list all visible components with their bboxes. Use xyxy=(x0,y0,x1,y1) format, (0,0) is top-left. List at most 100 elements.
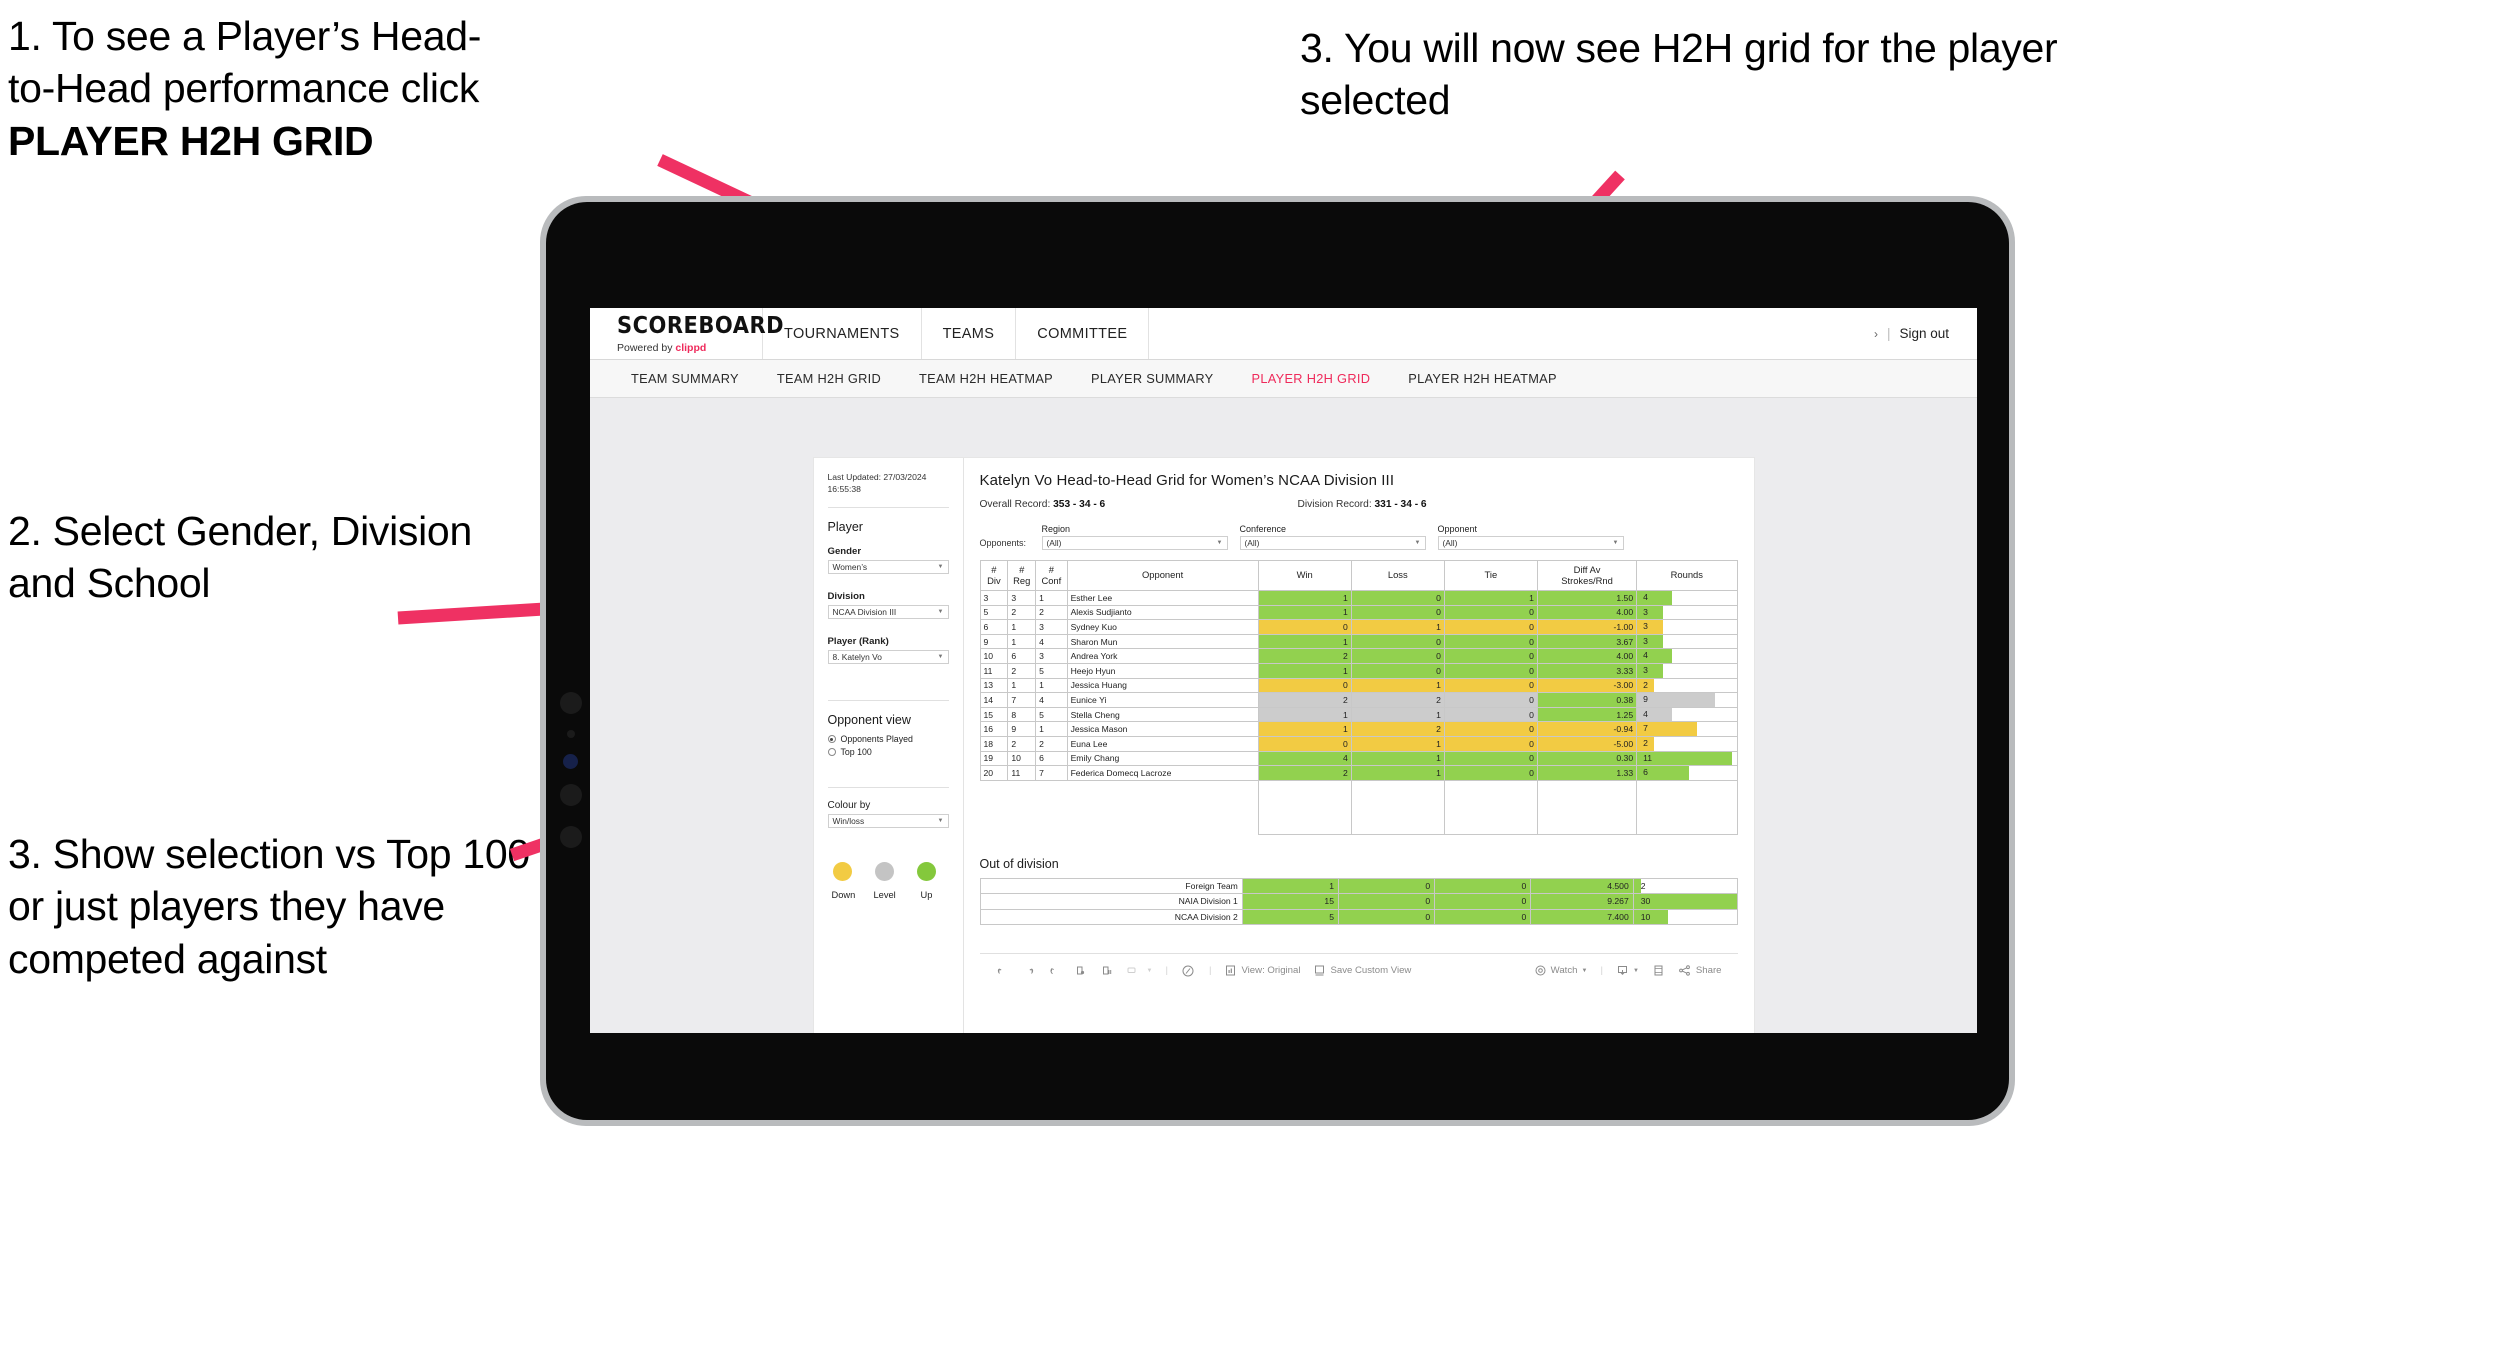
divider: | xyxy=(1600,965,1603,977)
opponent-dropdown[interactable]: (All) ▼ xyxy=(1437,536,1624,550)
region-dropdown[interactable]: (All) ▼ xyxy=(1041,536,1228,550)
highlight-icon[interactable]: ▼ xyxy=(1126,964,1152,977)
chevron-right-icon[interactable]: › xyxy=(1874,327,1878,341)
chevron-down-icon: ▼ xyxy=(1216,540,1223,546)
cell-conf: 3 xyxy=(1035,648,1068,664)
top-nav-tournaments[interactable]: TOURNAMENTS xyxy=(763,308,922,359)
top-nav-teams[interactable]: TEAMS xyxy=(922,308,1017,359)
tablet-screen: SCOREBOARD Powered by clippd TOURNAMENTS… xyxy=(590,308,1977,1033)
opponent-dropdown-value: (All) xyxy=(1442,538,1458,548)
pause-updates-icon[interactable] xyxy=(1100,964,1113,977)
undo-icon[interactable] xyxy=(996,964,1009,977)
full-screen-button[interactable] xyxy=(1652,964,1665,977)
cell-tie: 0 xyxy=(1443,750,1538,767)
chevron-down-icon: ▼ xyxy=(1414,540,1421,546)
last-updated-label: Last Updated: 27/03/2024 16:55:38 xyxy=(827,472,927,494)
radio-top-100[interactable]: Top 100 xyxy=(827,747,949,757)
table-row[interactable]: 3 3 1 Esther Lee 1 0 1 1.50 4 xyxy=(979,590,1738,606)
watch-button[interactable]: Watch ▼ xyxy=(1534,964,1587,977)
out-of-division-body: Foreign Team 1 0 0 4.500 2 NAIA Division 1 15 0 0… xyxy=(979,877,1738,926)
opponent-view-heading: Opponent view xyxy=(827,713,911,728)
cell-loss: 1 xyxy=(1350,677,1445,694)
sub-nav-team-h2h-grid[interactable]: TEAM H2H GRID xyxy=(758,371,900,386)
cell-opponent: Sydney Kuo xyxy=(1066,619,1259,635)
sub-nav-team-h2h-heatmap[interactable]: TEAM H2H HEATMAP xyxy=(900,371,1072,386)
table-row[interactable]: 5 2 2 Alexis Sudjianto 1 0 0 4.00 3 xyxy=(979,604,1738,621)
divider: | xyxy=(1165,965,1168,977)
sign-out-link[interactable]: Sign out xyxy=(1899,326,1949,341)
division-dropdown[interactable]: NCAA Division III ▼ xyxy=(827,605,949,620)
chevron-down-icon: ▼ xyxy=(937,609,944,616)
share-button[interactable]: Share xyxy=(1678,964,1722,977)
cell-loss: 0 xyxy=(1350,648,1445,664)
radio-opponents-played-label: Opponents Played xyxy=(840,734,913,745)
cell-tie: 0 xyxy=(1443,765,1538,781)
alerts-icon[interactable] xyxy=(1181,964,1196,978)
opponent-filter: Opponent (All) ▼ xyxy=(1437,524,1624,550)
view-original-label: View: Original xyxy=(1241,965,1301,977)
view-original-button[interactable]: View: Original xyxy=(1224,964,1300,977)
gender-dropdown[interactable]: Women’s ▼ xyxy=(827,560,949,575)
page-title: Katelyn Vo Head-to-Head Grid for Women’s… xyxy=(979,472,1395,489)
revert-icon[interactable] xyxy=(1048,964,1061,977)
table-row[interactable]: 10 6 3 Andrea York 2 0 0 4.00 4 xyxy=(979,648,1738,664)
save-custom-view-button[interactable]: Save Custom View xyxy=(1313,964,1411,977)
indicator-dot xyxy=(563,754,578,769)
table-row[interactable]: 11 2 5 Heejo Hyun 1 0 0 3.33 3 xyxy=(979,662,1738,679)
app-logo[interactable]: SCOREBOARD Powered by clippd xyxy=(590,308,784,359)
cell-opponent: Esther Lee xyxy=(1066,590,1259,606)
col-header-5: Loss xyxy=(1350,560,1445,591)
cell-tie: 0 xyxy=(1443,735,1538,752)
table-row[interactable]: 20 11 7 Federica Domecq Lacroze 2 1 0 1.33 6 xyxy=(979,765,1738,781)
cell-rounds: 4 xyxy=(1636,648,1738,664)
opponents-label: Opponents: xyxy=(979,538,1027,548)
col-header-1: # Reg xyxy=(1007,560,1037,591)
cell-diff: -3.00 xyxy=(1536,677,1638,694)
cell-conf: 5 xyxy=(1035,706,1068,723)
cell-rounds: 4 xyxy=(1636,590,1738,606)
colour-by-dropdown[interactable]: Win/loss ▼ xyxy=(827,814,949,829)
table-row[interactable]: 19 10 6 Emily Chang 4 1 0 0.30 11 xyxy=(979,750,1738,767)
refresh-data-icon[interactable] xyxy=(1074,964,1087,977)
cell-win: 0 xyxy=(1257,619,1352,635)
table-row[interactable]: 18 2 2 Euna Lee 0 1 0 -5.00 2 xyxy=(979,735,1738,752)
table-row[interactable]: 15 8 5 Stella Cheng 1 1 0 1.25 4 xyxy=(979,706,1738,723)
table-row[interactable]: 6 1 3 Sydney Kuo 0 1 0 -1.00 3 xyxy=(979,619,1738,635)
legend-level: Level xyxy=(874,862,896,900)
cell-conf: 4 xyxy=(1035,633,1068,650)
cell-rounds: 3 xyxy=(1636,633,1738,650)
cell-div: 16 xyxy=(979,721,1009,737)
player-rank-dropdown[interactable]: 8. Katelyn Vo ▼ xyxy=(827,650,949,665)
cell-div: 13 xyxy=(979,677,1009,694)
cell-win: 1 xyxy=(1257,633,1352,650)
cell-win: 1 xyxy=(1257,662,1352,679)
cell-rounds: 2 xyxy=(1632,877,1738,895)
sub-nav-player-summary[interactable]: PLAYER SUMMARY xyxy=(1072,371,1232,386)
out-of-division-row[interactable]: Foreign Team 1 0 0 4.500 2 xyxy=(979,877,1738,895)
division-record: Division Record: 331 - 34 - 6 xyxy=(1298,499,1427,510)
out-of-division-row[interactable]: NCAA Division 2 5 0 0 7.400 10 xyxy=(979,908,1738,926)
download-button[interactable]: ▼ xyxy=(1616,964,1639,977)
redo-icon[interactable] xyxy=(1022,964,1035,977)
cell-opponent: Eunice Yi xyxy=(1066,692,1259,708)
cell-opponent: Stella Cheng xyxy=(1066,706,1259,723)
annotation-step-1-line2: to-Head performance click xyxy=(8,65,480,112)
sub-nav-player-h2h-heatmap[interactable]: PLAYER H2H HEATMAP xyxy=(1389,371,1576,386)
table-row[interactable]: 9 1 4 Sharon Mun 1 0 0 3.67 3 xyxy=(979,633,1738,650)
sub-nav-team-summary[interactable]: TEAM SUMMARY xyxy=(612,371,758,386)
radio-opponents-played[interactable]: Opponents Played xyxy=(827,734,949,745)
table-row[interactable]: 14 7 4 Eunice Yi 2 2 0 0.38 9 xyxy=(979,692,1738,708)
top-nav-committee[interactable]: COMMITTEE xyxy=(1016,308,1150,359)
out-of-division-row[interactable]: NAIA Division 1 15 0 0 9.267 30 xyxy=(979,893,1738,910)
cell-div: 6 xyxy=(979,619,1009,635)
table-row[interactable]: 16 9 1 Jessica Mason 1 2 0 -0.94 7 xyxy=(979,721,1738,737)
cell-reg: 11 xyxy=(1007,765,1037,781)
division-record-value: 331 - 34 - 6 xyxy=(1374,499,1427,510)
colour-by-dropdown-value: Win/loss xyxy=(832,816,865,827)
cell-tie: 0 xyxy=(1443,721,1538,737)
conference-dropdown[interactable]: (All) ▼ xyxy=(1239,536,1426,550)
cell-div: 20 xyxy=(979,765,1009,781)
cell-diff: -1.00 xyxy=(1536,619,1638,635)
sub-nav-player-h2h-grid[interactable]: PLAYER H2H GRID xyxy=(1233,371,1390,386)
table-row[interactable]: 13 1 1 Jessica Huang 0 1 0 -3.00 2 xyxy=(979,677,1738,694)
